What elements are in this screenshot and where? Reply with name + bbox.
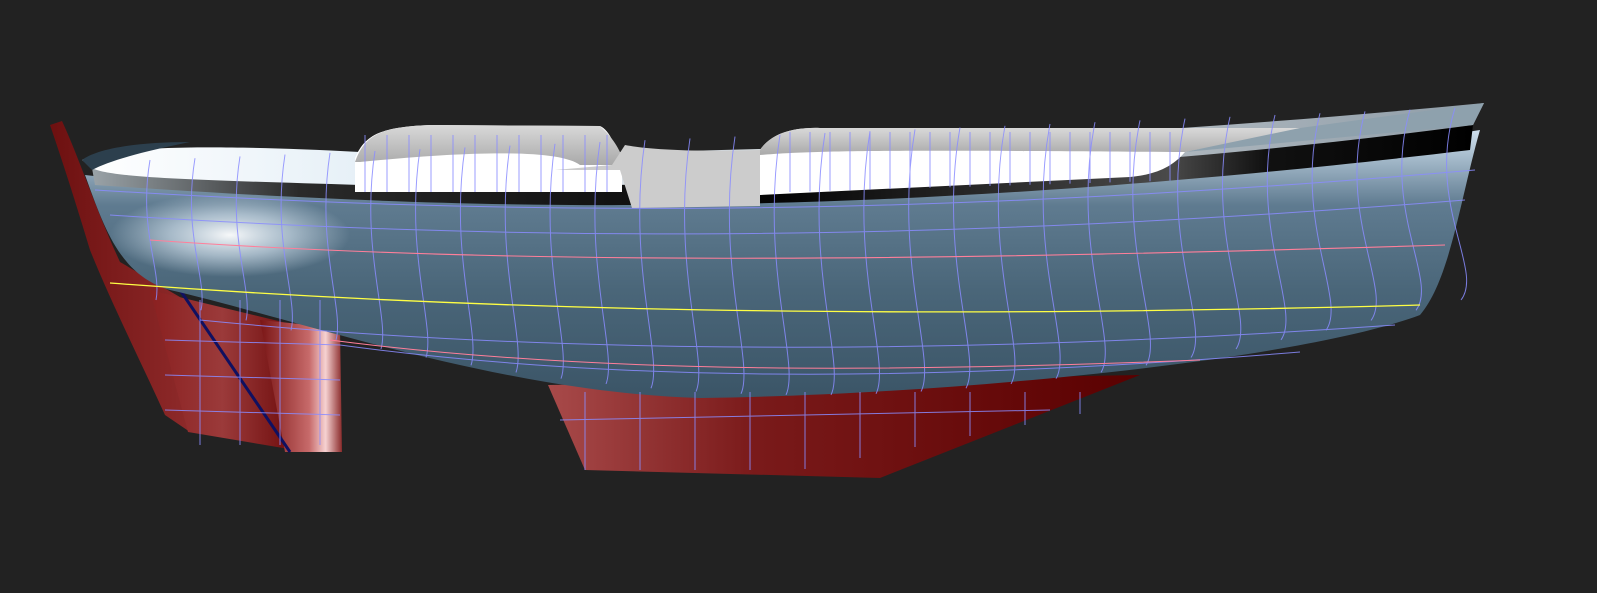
hull-model bbox=[50, 103, 1484, 478]
3d-viewport[interactable] bbox=[0, 0, 1597, 593]
hull-glare bbox=[110, 193, 350, 277]
